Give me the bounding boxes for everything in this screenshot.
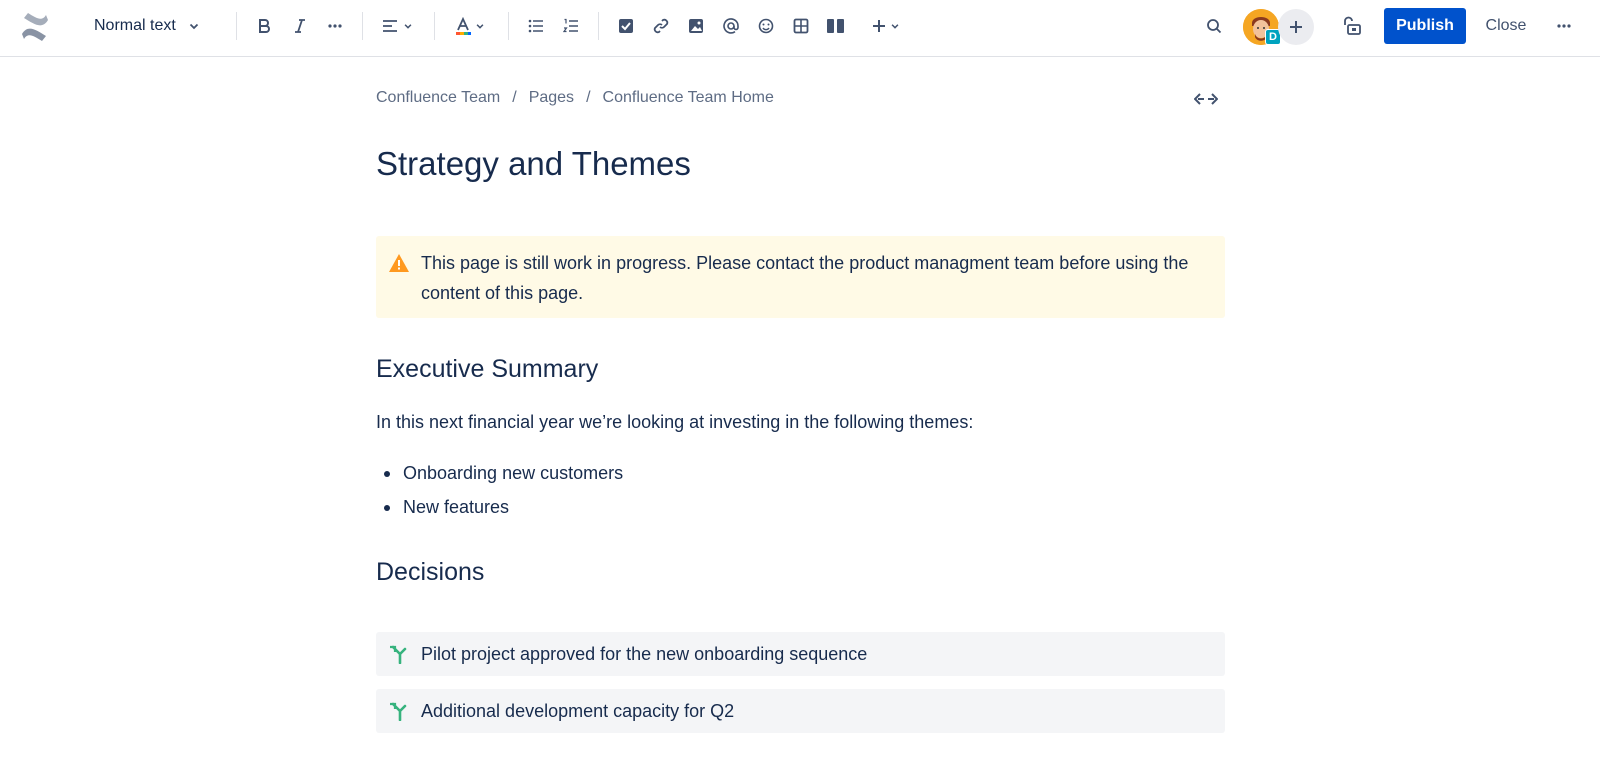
confluence-logo-icon[interactable] [18, 10, 52, 44]
decision-icon [390, 645, 407, 664]
checkbox-icon [619, 19, 633, 33]
warning-panel[interactable]: This page is still work in progress. Ple… [376, 236, 1225, 318]
table-icon [793, 18, 809, 34]
table-button[interactable] [785, 10, 817, 42]
italic-icon [295, 19, 305, 33]
insert-dropdown[interactable] [862, 10, 908, 42]
italic-button[interactable] [284, 10, 316, 42]
warning-text[interactable]: This page is still work in progress. Ple… [421, 248, 1209, 308]
breadcrumb-separator: / [512, 89, 517, 106]
breadcrumb: Confluence Team / Pages / Confluence Team Ho… [376, 89, 774, 107]
section-intro-paragraph[interactable]: In this next financial year we’re lookin… [376, 412, 973, 433]
list-item[interactable]: Onboarding new customers [376, 456, 623, 490]
bold-button[interactable] [248, 10, 280, 42]
full-width-toggle[interactable] [1192, 87, 1220, 111]
editor-toolbar: Normal text D Publish Close [0, 0, 1600, 57]
search-icon [1207, 19, 1222, 34]
action-item-button[interactable] [610, 10, 642, 42]
emoji-icon [758, 18, 774, 34]
decision-item[interactable]: Additional development capacity for Q2 [376, 689, 1225, 733]
more-icon [328, 24, 342, 28]
bold-icon [259, 19, 270, 33]
publish-button[interactable]: Publish [1384, 8, 1466, 44]
toolbar-divider [362, 12, 363, 40]
invite-user-button[interactable] [1278, 9, 1314, 45]
chevron-down-icon [891, 24, 898, 29]
decision-text: Additional development capacity for Q2 [421, 700, 735, 721]
chevron-down-icon [189, 23, 198, 30]
section-heading-executive-summary[interactable]: Executive Summary [376, 355, 598, 384]
image-button[interactable] [680, 10, 712, 42]
breadcrumb-item-pages[interactable]: Pages [529, 89, 574, 107]
breadcrumb-item-home[interactable]: Confluence Team Home [603, 89, 774, 107]
align-left-icon [382, 20, 397, 32]
more-formatting-button[interactable] [319, 10, 351, 42]
image-icon [689, 19, 703, 33]
breadcrumb-item-space[interactable]: Confluence Team [376, 89, 500, 107]
toolbar-divider [598, 12, 599, 40]
decision-icon [390, 702, 407, 721]
user-avatar[interactable]: D [1243, 9, 1281, 45]
themes-bullet-list: Onboarding new customers New features [376, 456, 623, 524]
toolbar-divider [508, 12, 509, 40]
chevron-down-icon [404, 24, 411, 29]
text-style-label: Normal text [94, 17, 176, 34]
more-actions-button[interactable] [1548, 10, 1580, 42]
toolbar-divider [236, 12, 237, 40]
find-replace-button[interactable] [1198, 10, 1230, 42]
expand-width-icon [1194, 93, 1218, 105]
decision-text: Pilot project approved for the new onboa… [421, 643, 868, 664]
emoji-button[interactable] [750, 10, 782, 42]
plus-icon [1290, 21, 1302, 33]
more-icon [1557, 24, 1571, 28]
numbered-list-button[interactable] [555, 10, 587, 42]
close-button[interactable]: Close [1476, 8, 1536, 44]
layouts-button[interactable] [820, 10, 852, 42]
mention-button[interactable] [715, 10, 747, 42]
warning-icon [389, 254, 409, 272]
mention-icon [723, 18, 739, 34]
columns-layout-icon [827, 19, 844, 33]
chevron-down-icon [476, 24, 483, 29]
bullet-list-button[interactable] [520, 10, 552, 42]
link-button[interactable] [645, 10, 677, 42]
bullet-list-icon [528, 19, 543, 33]
section-heading-decisions[interactable]: Decisions [376, 558, 484, 587]
page-title[interactable]: Strategy and Themes [376, 145, 691, 183]
link-icon [653, 18, 669, 34]
unlock-icon [1344, 16, 1361, 35]
decision-item[interactable]: Pilot project approved for the new onboa… [376, 632, 1225, 676]
plus-icon [872, 20, 885, 32]
text-style-dropdown[interactable]: Normal text [84, 10, 214, 42]
restrictions-button[interactable] [1336, 10, 1368, 42]
text-color-dropdown[interactable] [446, 10, 492, 42]
numbered-list-icon [563, 18, 578, 33]
toolbar-divider [434, 12, 435, 40]
breadcrumb-separator: / [586, 89, 591, 106]
alignment-dropdown[interactable] [374, 10, 420, 42]
text-color-icon [455, 17, 471, 35]
list-item[interactable]: New features [376, 490, 623, 524]
